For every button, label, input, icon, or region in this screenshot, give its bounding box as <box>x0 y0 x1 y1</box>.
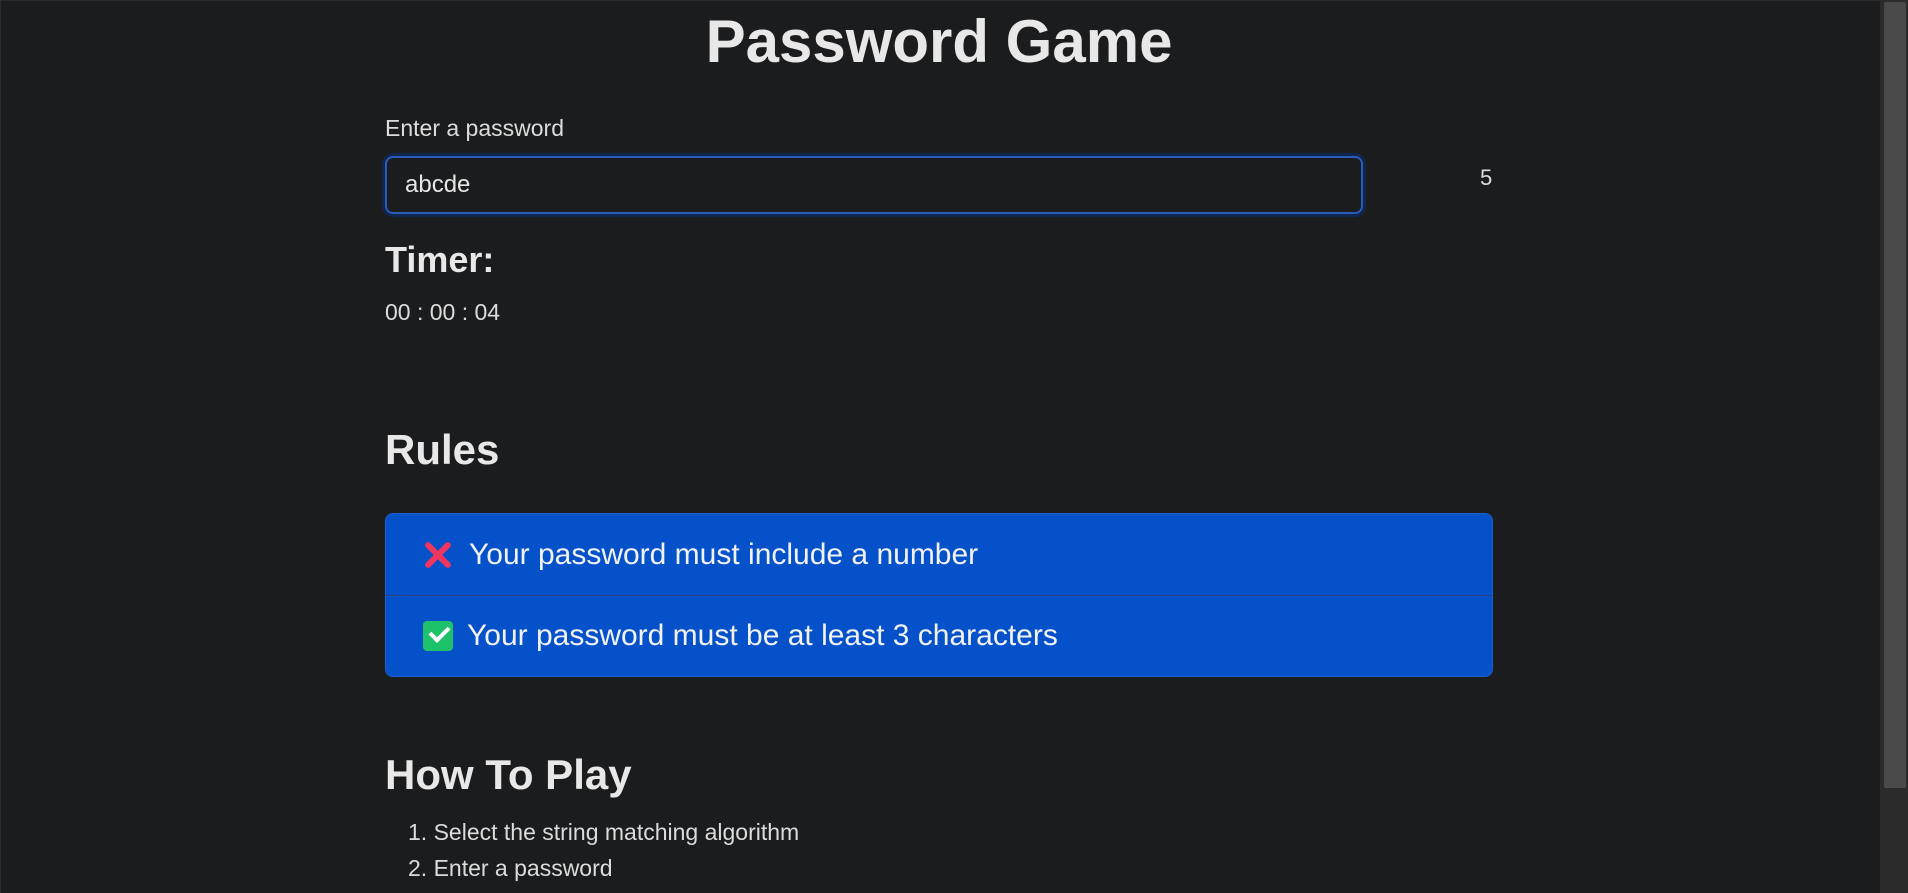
vertical-scrollbar[interactable] <box>1880 0 1908 893</box>
password-input[interactable] <box>385 156 1363 214</box>
rule-item: Your password must be at least 3 charact… <box>386 595 1492 676</box>
check-icon <box>423 621 453 651</box>
rules-heading: Rules <box>385 426 500 473</box>
timer-value: 00 : 00 : 04 <box>385 299 501 325</box>
rule-item: Your password must include a number <box>386 514 1492 595</box>
cross-icon <box>421 538 455 572</box>
scrollbar-thumb[interactable] <box>1884 2 1906 788</box>
rule-text: Your password must include a number <box>469 537 979 571</box>
timer-heading: Timer: <box>385 239 495 280</box>
rules-list: Your password must include a number Your… <box>385 513 1493 677</box>
page: Password Game Enter a password 5 Timer: … <box>0 0 1880 893</box>
list-item: 2. Enter a password <box>408 855 613 881</box>
password-length-counter: 5 <box>1480 165 1493 190</box>
how-to-play-heading: How To Play <box>385 751 632 798</box>
list-item: 1. Select the string matching algorithm <box>408 819 800 845</box>
page-title: Password Game <box>705 8 1173 75</box>
rule-text: Your password must be at least 3 charact… <box>467 619 1058 652</box>
password-label: Enter a password <box>385 115 564 141</box>
how-to-play-steps: 1. Select the string matching algorithm … <box>408 814 799 886</box>
